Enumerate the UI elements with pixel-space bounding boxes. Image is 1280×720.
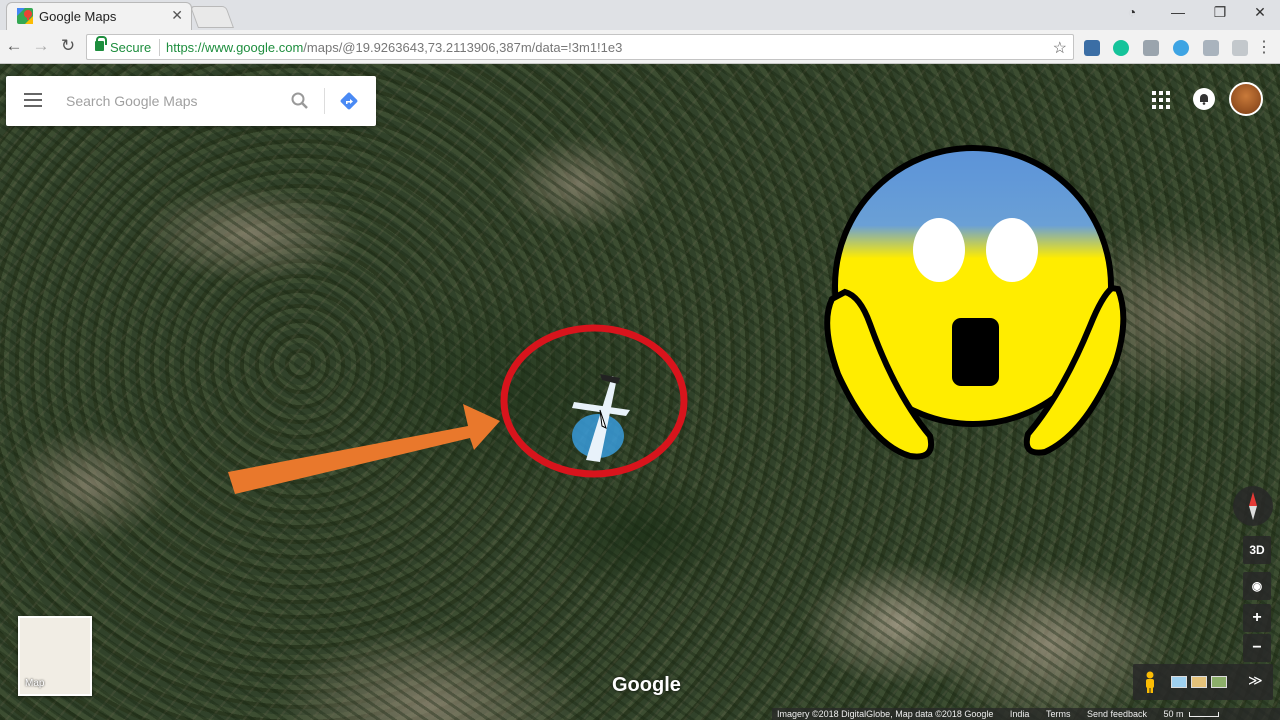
street-view-bar: ≫ xyxy=(1133,664,1273,700)
reload-button[interactable]: ↻ xyxy=(58,36,78,56)
attribution-text: Imagery ©2018 DigitalGlobe, Map data ©20… xyxy=(777,709,994,719)
extension-icon-3[interactable] xyxy=(1232,40,1248,56)
country-link[interactable]: India xyxy=(1010,709,1030,719)
tab-close-icon[interactable]: ✕ xyxy=(171,7,183,24)
browser-menu-icon[interactable]: ⋮ xyxy=(1256,37,1272,57)
scale-label: 50 m xyxy=(1163,709,1184,719)
new-tab-button[interactable] xyxy=(189,6,235,28)
lock-icon xyxy=(95,36,107,51)
forward-button[interactable]: → xyxy=(31,36,51,56)
restore-button[interactable]: ❐ xyxy=(1208,4,1232,21)
url-text[interactable]: https://www.google.com/maps/@19.9263643,… xyxy=(166,40,622,55)
3d-button[interactable]: 3D xyxy=(1243,536,1271,564)
address-bar[interactable]: Secure https://www.google.com/maps/@19.9… xyxy=(86,34,1074,60)
extension-icon-2[interactable] xyxy=(1203,40,1219,56)
tab-title: Google Maps xyxy=(39,9,117,24)
url-host: https://www.google.com xyxy=(166,40,304,55)
tab-bar: Google Maps ✕ ◔ — ❐ ✕ xyxy=(0,0,1280,30)
zoom-out-button[interactable]: − xyxy=(1243,634,1271,662)
terms-link[interactable]: Terms xyxy=(1046,709,1071,719)
news-icon[interactable] xyxy=(1084,40,1100,56)
orange-arrow-icon xyxy=(228,404,500,494)
shocked-emoji-icon xyxy=(824,145,1127,460)
compass-icon xyxy=(1249,492,1257,520)
send-feedback-link[interactable]: Send feedback xyxy=(1087,709,1147,719)
map-layer-toggle[interactable]: Map xyxy=(18,616,92,696)
map-footer: Imagery ©2018 DigitalGlobe, Map data ©20… xyxy=(772,708,1280,720)
google-maps-favicon-icon xyxy=(17,8,33,24)
pegman-icon[interactable] xyxy=(1143,671,1157,693)
minimize-button[interactable]: — xyxy=(1166,4,1190,20)
vpn-icon[interactable] xyxy=(1173,40,1189,56)
address-divider xyxy=(159,39,160,56)
grammarly-icon[interactable] xyxy=(1113,40,1129,56)
tab-google-maps[interactable]: Google Maps ✕ xyxy=(6,2,192,30)
imagery-thumb-1[interactable] xyxy=(1171,676,1187,688)
bookmark-star-icon[interactable]: ☆ xyxy=(1053,38,1067,58)
zoom-in-button[interactable]: + xyxy=(1243,604,1271,632)
compass-button[interactable] xyxy=(1233,486,1273,526)
imagery-thumb-3[interactable] xyxy=(1211,676,1227,688)
google-logo: Google xyxy=(612,674,681,696)
profile-icon[interactable]: ◔ xyxy=(1120,4,1144,20)
url-path: /maps/@19.9263643,73.2113906,387m/data=!… xyxy=(303,40,623,55)
back-button[interactable]: ← xyxy=(4,36,24,56)
window-close-button[interactable]: ✕ xyxy=(1248,4,1272,21)
satellite-map[interactable]: Map Google 3D ◉ + − ≫ Imagery ©2018 Digi… xyxy=(0,64,1280,720)
minimap-label: Map xyxy=(25,678,45,689)
browser-toolbar: ← → ↻ Secure https://www.google.com/maps… xyxy=(0,30,1280,64)
my-location-button[interactable]: ◉ xyxy=(1243,572,1271,600)
scale-bar xyxy=(1188,712,1219,718)
airplane-icon xyxy=(572,374,630,462)
thumbnail-overlay xyxy=(228,145,1127,494)
expand-icon[interactable]: ≫ xyxy=(1248,672,1263,689)
secure-label: Secure xyxy=(110,40,152,55)
extension-icon[interactable] xyxy=(1143,40,1159,56)
imagery-thumb-2[interactable] xyxy=(1191,676,1207,688)
